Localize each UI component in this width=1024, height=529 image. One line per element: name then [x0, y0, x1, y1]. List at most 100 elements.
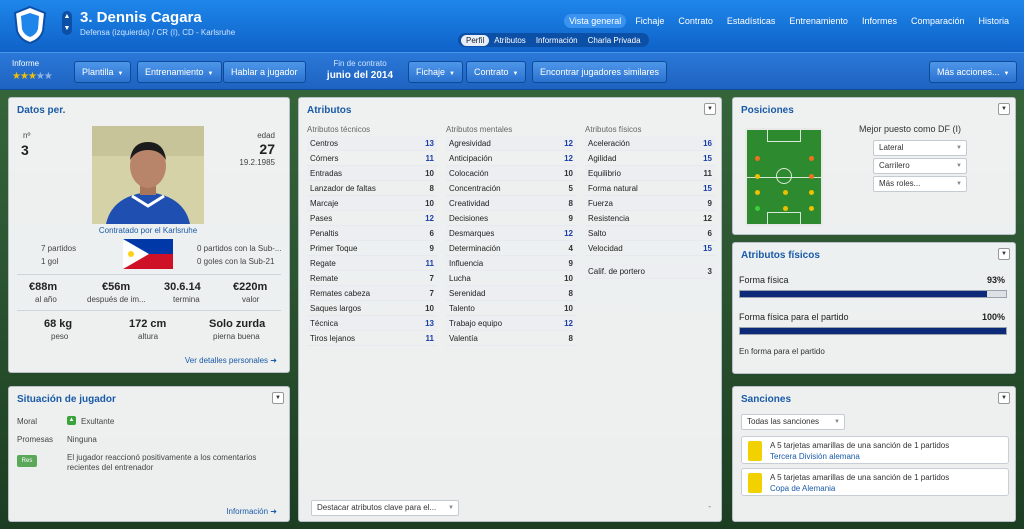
destacar-dropdown[interactable]: Destacar atributos clave para el... ▼: [311, 500, 459, 516]
panel-menu-icon[interactable]: ▼: [998, 392, 1010, 404]
preferred-foot-label: pierna buena: [213, 332, 260, 341]
attr-value: 15: [703, 183, 712, 193]
panel-menu-icon[interactable]: ▼: [704, 103, 716, 115]
nav-comparacion[interactable]: Comparación: [906, 14, 970, 28]
sub21-partidos: 0 partidos con la Sub-...: [197, 244, 282, 253]
partido-value: 100%: [981, 312, 1005, 322]
panel-menu-icon[interactable]: ▼: [998, 103, 1010, 115]
sancion-item[interactable]: A 5 tarjetas amarillas de una sanción de…: [741, 468, 1009, 496]
attr-name: Aceleración: [588, 138, 630, 148]
divider: [17, 310, 281, 311]
attr-name: Lucha: [449, 273, 471, 283]
attr-row: Talento 10: [446, 301, 576, 316]
attr-row: Creatividad 8: [446, 196, 576, 211]
more-roles-dropdown[interactable]: Más roles... ▼: [873, 176, 967, 192]
chevron-down-icon: ▼: [512, 71, 519, 77]
ver-detalles-link[interactable]: Ver detalles personales ➜: [185, 356, 277, 365]
attr-name: Serenidad: [449, 288, 486, 298]
contrato-button[interactable]: Contrato ▼: [466, 61, 527, 83]
tab-atributos[interactable]: Atributos: [489, 35, 531, 46]
sub-tabs: Perfil Atributos Información Charla Priv…: [458, 33, 649, 47]
role-carrilero-dropdown[interactable]: Carrilero ▼: [873, 158, 967, 174]
player-switch-arrows[interactable]: ▲ ▼: [62, 11, 72, 35]
attr-value: 10: [425, 168, 434, 178]
encontrar-similares-button[interactable]: Encontrar jugadores similares: [532, 61, 668, 83]
mentales-column: Atributos mentales Agresividad 12 Anticipa…: [446, 125, 576, 346]
forma-value: 93%: [986, 275, 1005, 285]
position-dot: [809, 190, 814, 195]
forma-bar-fill: [740, 291, 988, 297]
mas-acciones-button[interactable]: Más acciones... ▼: [929, 61, 1018, 83]
sancion-competition[interactable]: Tercera División alemana: [770, 452, 860, 461]
entrenamiento-button[interactable]: Entrenamiento ▼: [137, 61, 222, 83]
position-dot: [755, 190, 760, 195]
tab-perfil[interactable]: Perfil: [461, 34, 490, 46]
attr-row: Fuerza 9: [585, 196, 715, 211]
attr-name: Primer Toque: [310, 243, 358, 253]
nav-contrato[interactable]: Contrato: [673, 14, 718, 28]
estado-forma: En forma para el partido: [739, 347, 825, 356]
salary-label: al año: [35, 295, 57, 304]
height: 172 cm: [129, 318, 167, 330]
fisicos-column: Atributos físicos Aceleración 16 Agilidad 1…: [585, 125, 715, 279]
role-lateral-dropdown[interactable]: Lateral ▼: [873, 140, 967, 156]
promesas-value: Ninguna: [67, 435, 97, 444]
sancion-item[interactable]: A 5 tarjetas amarillas de una sanción de…: [741, 436, 1009, 464]
attr-name: Resistencia: [588, 213, 630, 223]
contract-info: Fin de contrato junio del 2014: [320, 59, 400, 81]
chevron-down-icon: ▼: [956, 163, 962, 169]
posiciones-title: Posiciones: [741, 105, 794, 116]
contract-end-label: termina: [173, 295, 200, 304]
hablar-button[interactable]: Hablar a jugador: [223, 61, 306, 83]
plantilla-button[interactable]: Plantilla ▼: [74, 61, 132, 83]
tecnicos-header: Atributos técnicos: [307, 125, 371, 134]
nav-historia[interactable]: Historia: [973, 14, 1014, 28]
nav-fichaje[interactable]: Fichaje: [630, 14, 669, 28]
nav-informes[interactable]: Informes: [857, 14, 902, 28]
attr-row: Valentía 8: [446, 331, 576, 346]
pitch-box: [767, 212, 801, 224]
contract-end: 30.6.14: [164, 281, 201, 293]
sanciones-filter-dropdown[interactable]: Todas las sanciones ▼: [741, 414, 845, 430]
attr-value: 9: [707, 198, 712, 208]
salary-after-tax-label: después de im...: [87, 295, 146, 304]
preferred-foot: Solo zurda: [209, 318, 266, 330]
attr-name: Remates cabeza: [310, 288, 371, 298]
attr-row: Influencia 9: [446, 256, 576, 271]
sancion-competition[interactable]: Copa de Alemania: [770, 484, 835, 493]
attr-name: Centros: [310, 138, 339, 148]
attr-value: 8: [568, 288, 573, 298]
tab-charla-privada[interactable]: Charla Privada: [583, 35, 646, 46]
panel-menu-icon[interactable]: ▼: [272, 392, 284, 404]
position-dot: [809, 156, 814, 161]
yellow-card-icon: [748, 473, 762, 493]
nav-entrenamiento[interactable]: Entrenamiento: [784, 14, 853, 28]
age-value: 27: [259, 141, 275, 157]
fichaje-button[interactable]: Fichaje ▼: [408, 61, 463, 83]
sancion-text: A 5 tarjetas amarillas de una sanción de…: [770, 473, 950, 482]
tab-informacion[interactable]: Información: [531, 35, 583, 46]
attr-value: 8: [568, 333, 573, 343]
attr-name: Agresividad: [449, 138, 491, 148]
plantilla-label: Plantilla: [82, 67, 114, 77]
sanciones-panel: Sanciones ▼ Todas las sanciones ▼ A 5 tar…: [732, 386, 1016, 522]
attr-row: Centros 13: [307, 136, 437, 151]
informacion-link[interactable]: Información ➜: [226, 507, 277, 516]
sanciones-filter-label: Todas las sanciones: [747, 417, 820, 426]
nav-vista-general[interactable]: Vista general: [563, 14, 627, 28]
promesas-label: Promesas: [17, 435, 54, 444]
attr-name: Colocación: [449, 168, 489, 178]
attr-row: Primer Toque 9: [307, 241, 437, 256]
position-dot: [809, 206, 814, 211]
attr-name: Desmarques: [449, 228, 495, 238]
dob: 19.2.1985: [239, 158, 275, 167]
nav-estadisticas[interactable]: Estadísticas: [722, 14, 781, 28]
attr-value: 12: [564, 228, 573, 238]
contract-date: junio del 2014: [326, 70, 394, 81]
pitch-circle: [776, 168, 792, 184]
separator-dash: -: [708, 502, 711, 511]
panel-menu-icon[interactable]: ▼: [998, 248, 1010, 260]
attr-value: 10: [564, 273, 573, 283]
attr-row: Anticipación 12: [446, 151, 576, 166]
attr-value: 12: [425, 213, 434, 223]
